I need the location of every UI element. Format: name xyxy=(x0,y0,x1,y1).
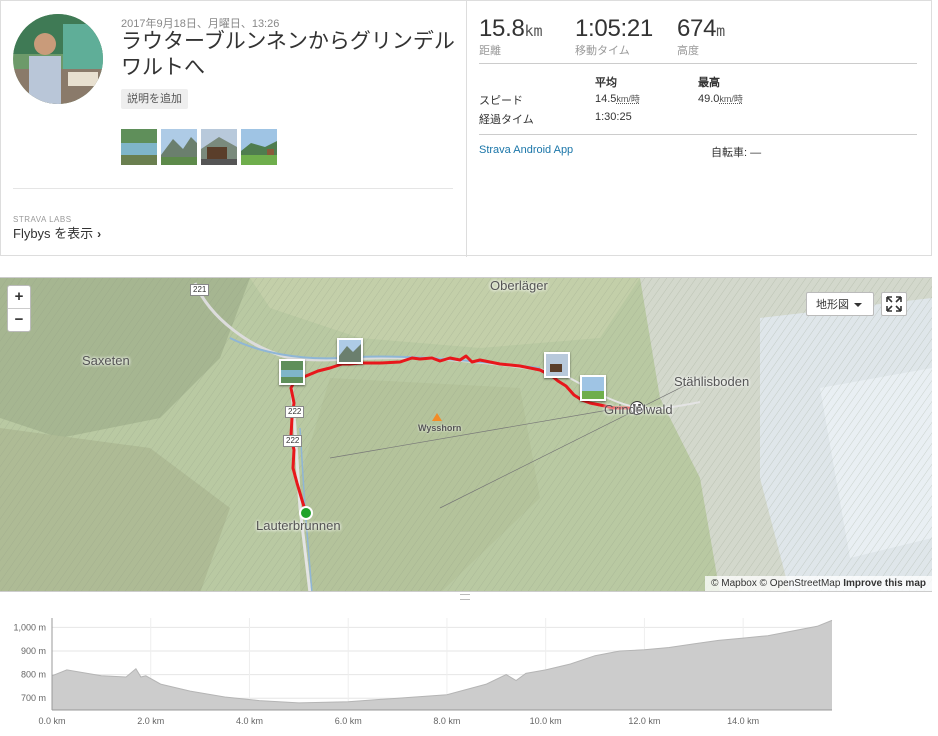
x-tick-label: 8.0 km xyxy=(433,716,460,726)
stat-distance: 15.8km 距離 xyxy=(479,15,543,58)
flybys-link[interactable]: Flybys を表示 › xyxy=(13,223,101,242)
route-map[interactable]: Oberläger Saxeten Stählisboden Grindelwa… xyxy=(0,277,932,592)
photo-thumbnails xyxy=(121,129,277,165)
distance-value: 15.8 xyxy=(479,15,525,42)
y-tick-label: 1,000 m xyxy=(13,622,46,632)
map-photo-marker[interactable] xyxy=(337,338,363,364)
map-type-dropdown[interactable]: 地形図 xyxy=(806,292,874,316)
road-shield: 222 xyxy=(285,406,305,418)
distance-unit: km xyxy=(524,22,543,40)
zoom-controls: + − xyxy=(7,285,31,332)
elapsed-value: 1:30:25 xyxy=(595,111,632,123)
speed-avg: 14.5km/時 xyxy=(595,92,640,105)
x-tick-label: 10.0 km xyxy=(530,716,562,726)
divider xyxy=(13,188,453,189)
speed-unit: km/時 xyxy=(616,94,640,104)
flybys-label: Flybys を表示 xyxy=(13,226,94,241)
improve-map-link[interactable]: Improve this map xyxy=(843,578,926,589)
device-link[interactable]: Strava Android App xyxy=(479,144,573,156)
road-shield: 221 xyxy=(190,284,210,296)
divider xyxy=(479,134,917,135)
elevation-unit: m xyxy=(716,22,726,40)
column-divider xyxy=(466,1,467,257)
avatar[interactable] xyxy=(13,14,103,104)
photo-thumbnail[interactable] xyxy=(201,129,237,165)
peak-label-wysshorn: Wysshorn xyxy=(418,423,462,433)
stat-elevation: 674m 高度 xyxy=(677,15,725,58)
photo-thumbnail[interactable] xyxy=(161,129,197,165)
chevron-right-icon: › xyxy=(97,227,102,241)
x-tick-label: 0.0 km xyxy=(38,716,65,726)
attribution-mapbox[interactable]: © Mapbox xyxy=(711,578,757,589)
map-type-label: 地形図 xyxy=(816,299,849,311)
place-label-lauterbrunnen: Lauterbrunnen xyxy=(256,518,341,533)
activity-title: ラウターブルンネンからグリンデルワルトへ xyxy=(121,30,455,79)
speed-max-value: 49.0 xyxy=(698,93,720,105)
elevation-label: 高度 xyxy=(677,45,699,57)
map-photo-marker[interactable] xyxy=(580,375,606,401)
elapsed-label: 経過タイム xyxy=(479,114,534,126)
elevation-area xyxy=(52,620,832,710)
col-header-avg: 平均 xyxy=(595,77,617,89)
elevation-value: 674 xyxy=(677,15,717,42)
speed-max: 49.0km/時 xyxy=(698,92,743,105)
caret-down-icon xyxy=(854,303,862,307)
expand-icon xyxy=(886,296,902,312)
moving-time-value: 1:05:21 xyxy=(575,15,653,42)
speed-unit: km/時 xyxy=(719,94,743,104)
fullscreen-button[interactable] xyxy=(881,292,907,316)
attribution-osm[interactable]: © OpenStreetMap xyxy=(760,578,841,589)
map-attribution: © Mapbox © OpenStreetMap Improve this ma… xyxy=(705,576,932,591)
place-label-grindelwald: Grindelwald xyxy=(604,402,673,417)
place-label-stahlisboden: Stählisboden xyxy=(674,374,750,389)
distance-label: 距離 xyxy=(479,45,501,57)
activity-header: 2017年9月18日、月曜日、13:26 ラウターブルンネンからグリンデルワルト… xyxy=(0,0,932,257)
elevation-chart[interactable]: 1,000 m 900 m 800 m 700 m 0.0 km 2.0 km 4.0 km… xyxy=(0,600,932,736)
photo-thumbnail[interactable] xyxy=(121,129,157,165)
add-description-button[interactable]: 説明を追加 xyxy=(121,89,188,109)
zoom-in-button[interactable]: + xyxy=(8,286,30,308)
y-tick-label: 700 m xyxy=(21,693,46,703)
bike-info: 自転車: — xyxy=(711,147,762,159)
map-terrain xyxy=(0,278,932,591)
col-header-max: 最高 xyxy=(698,77,720,89)
speed-avg-value: 14.5 xyxy=(595,93,617,105)
speed-label: スピード xyxy=(479,95,523,107)
moving-time-label: 移動タイム xyxy=(575,45,630,57)
y-tick-label: 800 m xyxy=(21,670,46,680)
photo-thumbnail[interactable] xyxy=(241,129,277,165)
x-tick-label: 14.0 km xyxy=(727,716,759,726)
x-tick-label: 6.0 km xyxy=(335,716,362,726)
zoom-out-button[interactable]: − xyxy=(8,308,30,331)
place-label-oberlager: Oberläger xyxy=(490,278,548,293)
road-shield: 222 xyxy=(283,435,303,447)
x-tick-label: 12.0 km xyxy=(628,716,660,726)
x-tick-label: 4.0 km xyxy=(236,716,263,726)
place-label-saxeten: Saxeten xyxy=(82,353,130,368)
stat-moving-time: 1:05:21 移動タイム xyxy=(575,15,653,58)
divider xyxy=(479,63,917,64)
y-tick-label: 900 m xyxy=(21,646,46,656)
map-photo-marker[interactable] xyxy=(279,359,305,385)
map-photo-marker[interactable] xyxy=(544,352,570,378)
x-tick-label: 2.0 km xyxy=(137,716,164,726)
